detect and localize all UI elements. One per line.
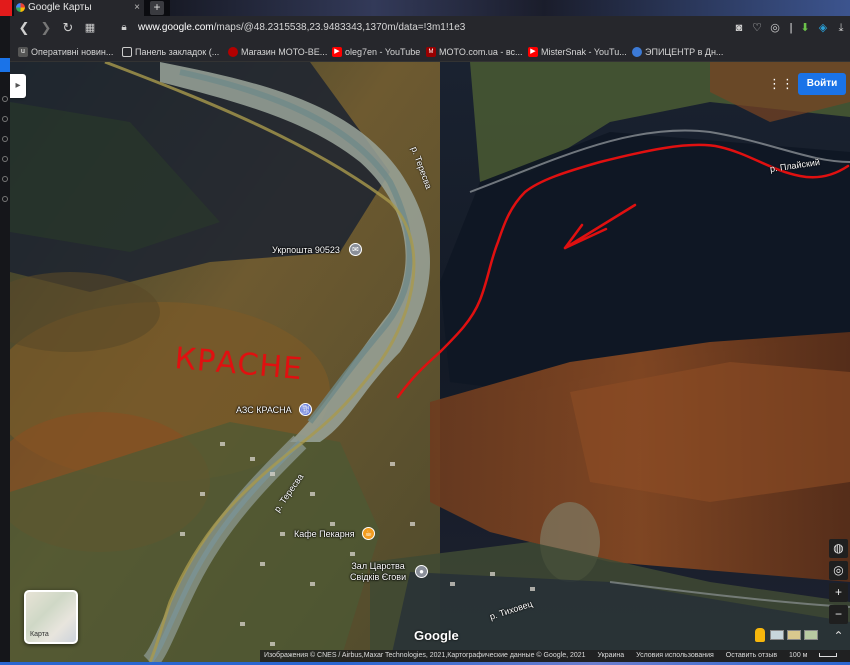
url-host: www.google.com <box>138 22 214 33</box>
news-icon: u <box>18 47 28 57</box>
sidebar-history-icon[interactable] <box>2 136 8 142</box>
sidebar-whatsapp-icon[interactable] <box>2 116 8 122</box>
scale-bar <box>819 653 838 658</box>
google-maps-favicon-icon <box>16 3 25 12</box>
mail-icon[interactable]: ✉ <box>349 243 362 256</box>
url-field[interactable]: www.google.com/maps/@48.2315538,23.94833… <box>138 22 465 33</box>
bookmark-label: Магазин МОТО-ВЕ... <box>241 47 328 57</box>
folder-icon <box>122 47 132 57</box>
expand-side-panel-button[interactable]: ▸ <box>10 74 26 98</box>
camera-icon[interactable]: ◙ <box>732 21 746 35</box>
epicentr-icon <box>632 47 642 57</box>
google-apps-icon[interactable]: ⋮⋮ <box>768 76 794 92</box>
country-label: Украина <box>597 652 625 659</box>
sidebar-active-indicator <box>0 58 10 72</box>
imagery-credit: Изображения © CNES / Airbus,Maxar Techno… <box>264 652 586 659</box>
tab-google-maps[interactable]: Google Карты × <box>14 0 144 16</box>
downloads-icon[interactable]: ⤓ <box>834 21 848 35</box>
place-label-gas-station[interactable]: АЗС КРАСНА <box>236 405 292 415</box>
street-view-thumb[interactable] <box>770 630 784 640</box>
new-tab-button[interactable]: + <box>150 1 164 15</box>
sidebar-more-icon[interactable] <box>2 196 8 202</box>
my-location-icon[interactable]: ◎ <box>829 561 848 580</box>
bookmark-label: ЭПИЦЕНТР в Дн... <box>645 47 724 57</box>
street-view-thumb[interactable] <box>787 630 801 640</box>
place-name: Кафе Пекарня <box>294 529 355 539</box>
url-path: /maps/@48.2315538,23.9483343,1370m/data=… <box>213 22 466 33</box>
satellite-map[interactable]: КРАСНЕ ▸ ⋮⋮ Войти Укрпошта 90523 ✉ АЗС К… <box>10 62 850 662</box>
download-extension-icon[interactable]: ⬇ <box>798 21 812 35</box>
moto-shop-icon <box>228 47 238 57</box>
zoom-out-button[interactable]: − <box>829 605 848 624</box>
back-arrow-icon[interactable]: ❮ <box>16 20 32 36</box>
bookmark-label: Панель закладок (... <box>135 47 220 57</box>
bookmark-item[interactable]: M MOTO.com.ua - вс... <box>426 45 523 59</box>
youtube-icon: ▶ <box>332 47 342 57</box>
moto-site-icon: M <box>426 47 436 57</box>
bookmark-item[interactable]: Магазин МОТО-ВЕ... <box>228 45 327 59</box>
gas-station-icon[interactable]: ⛽︎ <box>299 403 312 416</box>
bookmark-item[interactable]: ▶ oleg7en - YouTube <box>332 45 420 59</box>
place-label-post-office[interactable]: Укрпошта 90523 <box>272 245 340 255</box>
sidebar-messenger-icon[interactable] <box>2 96 8 102</box>
bookmark-item[interactable]: ЭПИЦЕНТР в Дн... <box>632 45 723 59</box>
address-bar: ❮ ❯ ↻ ▦ 🔒︎ www.google.com/maps/@48.23155… <box>10 16 850 42</box>
globe-view-icon[interactable]: ◍ <box>829 539 848 558</box>
vpn-icon[interactable]: ◎ <box>768 21 782 35</box>
collapse-chevron-icon[interactable]: ⌃ <box>829 627 848 646</box>
place-name: Укрпошта 90523 <box>272 245 340 255</box>
tab-bar: Google Карты × + <box>0 0 850 16</box>
browser-sidebar <box>0 16 10 665</box>
sidebar-extensions-icon[interactable] <box>2 176 8 182</box>
street-view-thumb[interactable] <box>804 630 818 640</box>
close-tab-icon[interactable]: × <box>134 0 140 15</box>
bookmark-label: MOTO.com.ua - вс... <box>439 47 523 57</box>
extension-icon[interactable]: ◈ <box>816 21 830 35</box>
place-name-line: Свідків Єгови <box>350 572 407 582</box>
speed-dial-icon[interactable]: ▦ <box>82 20 98 36</box>
heart-icon[interactable]: ♡ <box>750 21 764 35</box>
place-name: АЗС КРАСНА <box>236 405 292 415</box>
bookmark-label: MisterSnak - YouTu... <box>541 47 627 57</box>
bookmarks-bar: u Оперативні новин... Панель закладок (..… <box>10 42 850 62</box>
sign-in-button[interactable]: Войти <box>798 73 846 95</box>
forward-arrow-icon[interactable]: ❯ <box>38 20 54 36</box>
sidebar-settings-icon[interactable] <box>2 156 8 162</box>
bookmark-label: Оперативні новин... <box>31 47 114 57</box>
cafe-icon[interactable]: ☕︎ <box>362 527 375 540</box>
place-label-cafe[interactable]: Кафе Пекарня <box>294 529 355 539</box>
tab-title: Google Карты <box>28 2 92 13</box>
place-of-worship-icon[interactable]: ● <box>415 565 428 578</box>
google-logo: Google <box>414 628 459 643</box>
opera-logo-icon[interactable] <box>0 0 12 16</box>
bookmark-label: oleg7en - YouTube <box>345 47 421 57</box>
zoom-in-button[interactable]: + <box>829 583 848 602</box>
browser-window: Google Карты × + ❮ ❯ ↻ ▦ 🔒︎ www.google.c… <box>0 0 850 665</box>
scale-label[interactable]: 100 м <box>789 652 807 659</box>
bookmark-item[interactable]: u Оперативні новин... <box>18 45 113 59</box>
lock-icon: 🔒︎ <box>121 22 127 33</box>
attribution-bar: Изображения © CNES / Airbus,Maxar Techno… <box>260 650 850 662</box>
place-label-kingdom-hall[interactable]: Зал Царства Свідків Єгови <box>350 561 406 583</box>
bookmark-item[interactable]: Панель закладок (... <box>122 45 219 59</box>
terms-link[interactable]: Условия использования <box>636 652 714 659</box>
youtube-icon: ▶ <box>528 47 538 57</box>
bookmark-item[interactable]: ▶ MisterSnak - YouTu... <box>528 45 627 59</box>
pegman-icon[interactable] <box>755 628 765 642</box>
layers-label: Карта <box>30 631 49 638</box>
layers-toggle[interactable]: Карта <box>24 590 78 644</box>
satellite-imagery: КРАСНЕ <box>10 62 850 662</box>
reload-icon[interactable]: ↻ <box>60 20 76 36</box>
feedback-link[interactable]: Оставить отзыв <box>726 652 777 659</box>
tab-strip-background <box>170 0 850 16</box>
place-name-line: Зал Царства <box>351 561 405 571</box>
